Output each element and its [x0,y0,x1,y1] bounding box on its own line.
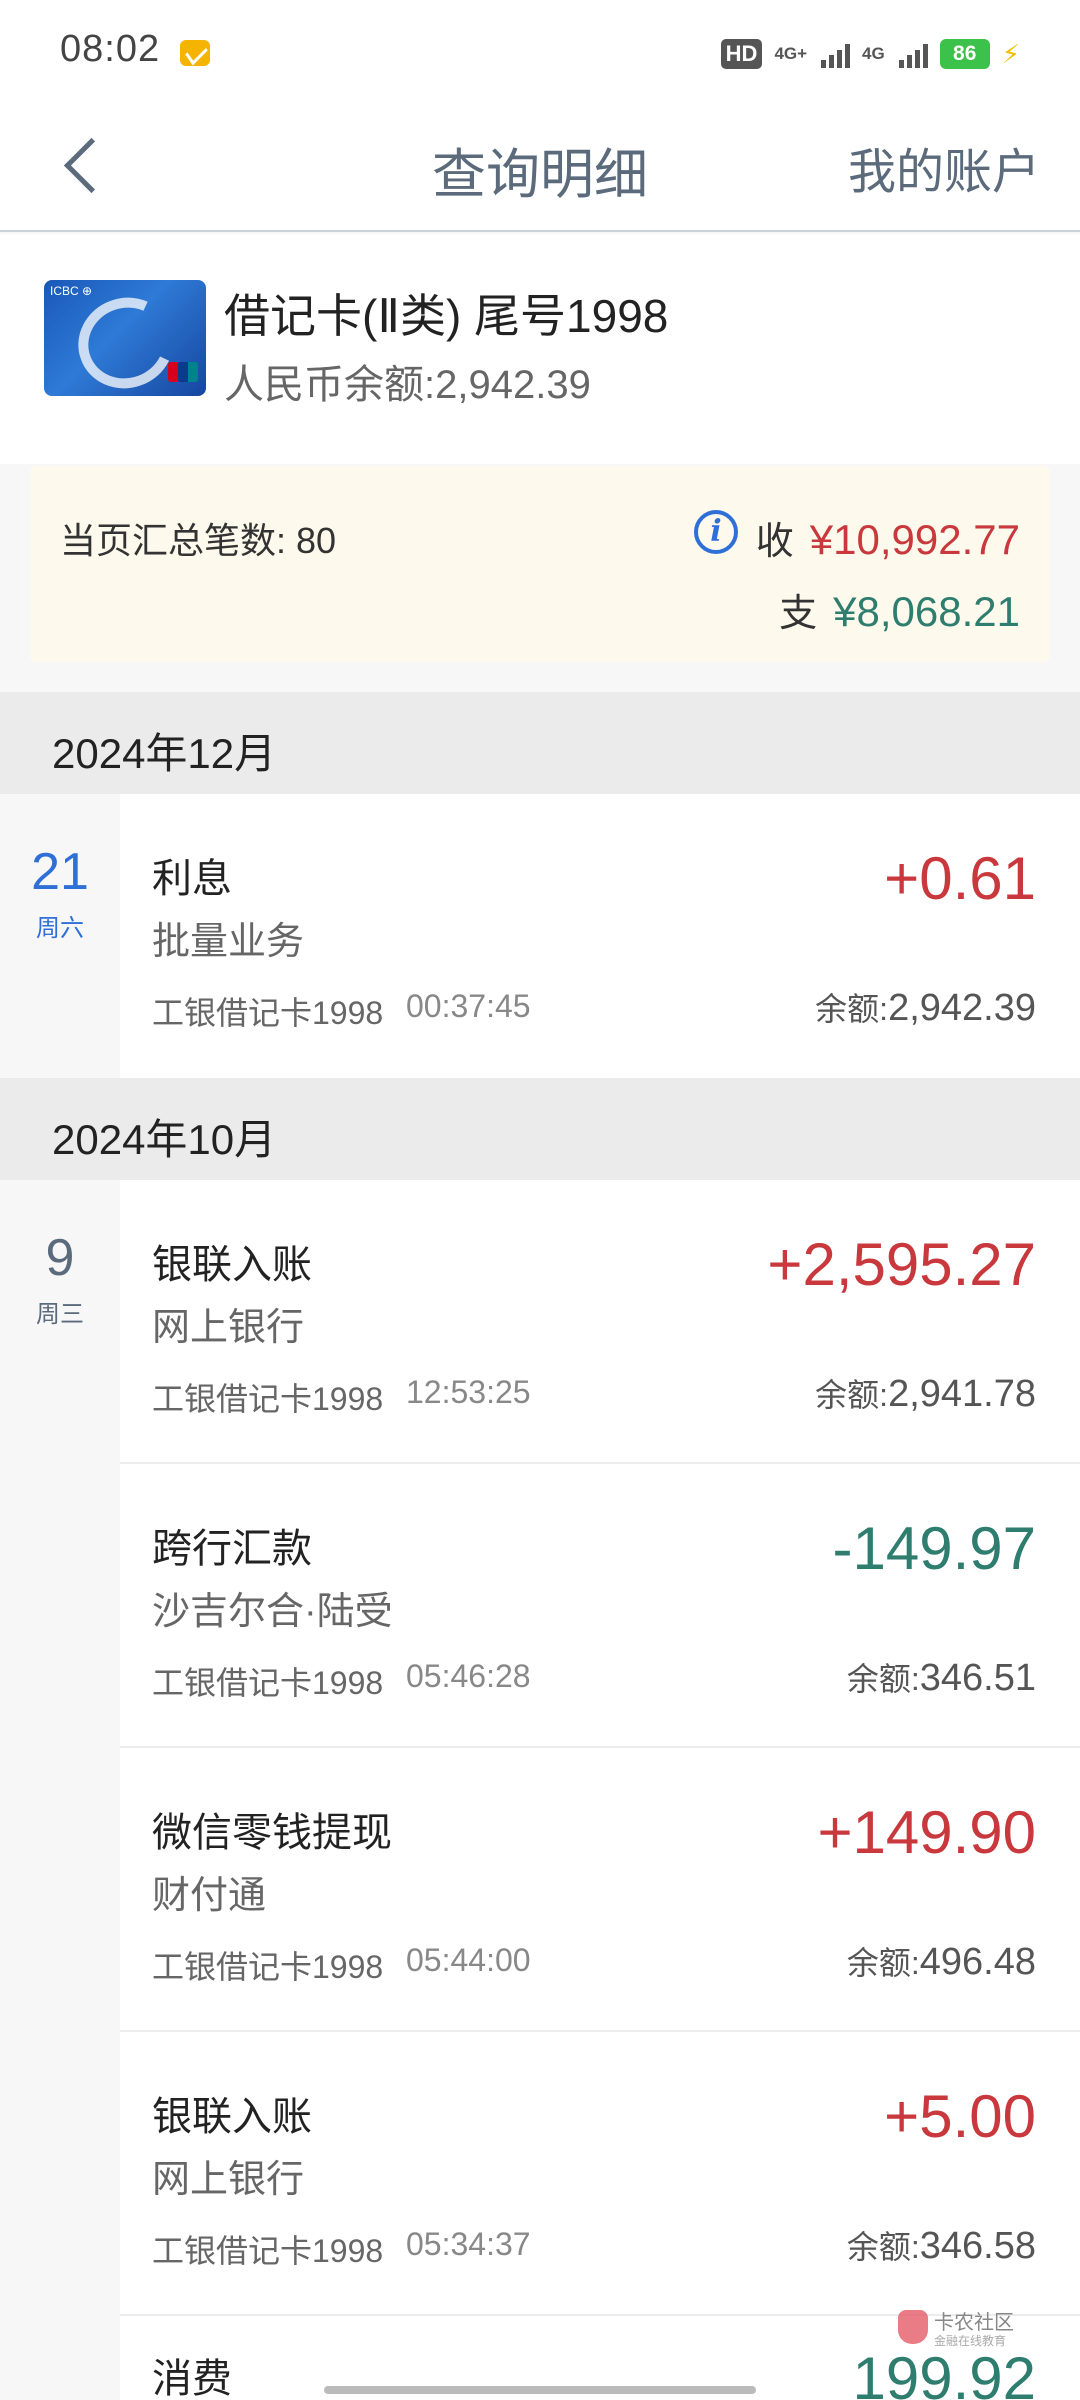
day-group: 9 周三 银联入账 网上银行 工银借记卡1998 12:53:25 +2,595… [0,1180,1080,2400]
info-icon[interactable]: i [694,510,738,554]
battery-icon: 86 [939,39,990,69]
signal-2-icon [898,40,928,68]
month-header: 2024年12月 [0,692,1080,794]
transaction-time: 05:34:37 [406,2226,531,2262]
transaction-subtitle: 网上银行 [152,2159,305,2201]
weekday-label: 周三 [36,1301,84,1328]
card-info: ICBC ⊕ 借记卡(Ⅱ类) 尾号1998 人民币余额:2,942.39 [0,234,1080,464]
date-column: 9 周三 [0,1180,120,1329]
expense-amount: ¥8,068.21 [833,588,1020,635]
weekday-label: 周六 [36,915,84,942]
transaction-card: 工银借记卡1998 [152,1381,384,1417]
signal-1-icon [821,40,851,68]
balance-label: 余额: [815,1377,889,1413]
transaction-subtitle: 财付通 [152,1875,267,1917]
balance-label: 余额: [846,2229,920,2265]
transaction-time: 00:37:45 [406,988,531,1024]
month-header: 2024年10月 [0,1078,1080,1180]
transaction-title: 银联入账 [152,2095,312,2139]
date-column: 21 周六 [0,794,120,943]
balance-value: 346.51 [919,1657,1036,1699]
transaction-card: 工银借记卡1998 [152,2233,384,2269]
transaction-title: 银联入账 [152,1243,312,1287]
status-icons: HD 4G+ 4G 86 ⚡ [720,34,1020,74]
income-amount: ¥10,992.77 [809,516,1020,563]
transaction-amount: +149.90 [817,1799,1036,1866]
watermark-logo-icon [898,2310,928,2344]
income-label: 收 [755,521,794,563]
transaction-amount: -149.97 [832,1515,1037,1582]
transaction-card: 工银借记卡1998 [152,1949,384,1985]
transaction-subtitle: 沙吉尔合·陆受 [152,1591,393,1633]
balance-value: 2,942.39 [888,987,1036,1029]
status-time: 08:02 [60,28,161,70]
hd-voice-icon: HD [720,39,763,69]
month-label: 2024年12月 [52,730,277,777]
transaction-subtitle: 批量业务 [152,921,305,963]
day-group: 21 周六 利息 批量业务 工银借记卡1998 00:37:45 +0.61 余… [0,794,1080,1078]
watermark-subtitle: 金融在线教育 [934,2334,1007,2348]
transaction-balance: 余额:2,942.39 [815,984,1036,1030]
summary-expense-row: 支 ¥8,068.21 [779,582,1020,637]
balance-label: 余额: [846,1661,920,1697]
transaction-row[interactable]: 利息 批量业务 工银借记卡1998 00:37:45 +0.61 余额:2,94… [120,794,1080,1078]
transaction-title: 消费 [152,2357,232,2400]
balance-label: 余额: [815,991,889,1027]
transaction-row[interactable]: 银联入账 网上银行 工银借记卡1998 05:34:37 +5.00 余额:34… [120,2032,1080,2316]
transaction-card: 工银借记卡1998 [152,1665,384,1701]
transaction-card: 工银借记卡1998 [152,995,384,1031]
card-name: 借记卡(Ⅱ类) 尾号1998 [224,290,669,342]
charging-icon: ⚡ [1001,38,1020,69]
bank-logo-icon: ICBC ⊕ [50,284,93,298]
balance-label: 余额: [846,1945,920,1981]
transaction-balance: 余额:2,941.78 [815,1370,1036,1416]
summary-income-row: 收 ¥10,992.77 [756,510,1020,565]
app-header: 查询明细 我的账户 [0,100,1080,232]
transaction-balance: 余额:496.48 [847,1938,1036,1984]
transaction-balance: 余额:346.58 [847,2222,1036,2268]
page-summary: 当页汇总笔数: 80 i 收 ¥10,992.77 支 ¥8,068.21 [30,466,1050,662]
watermark-title: 卡农社区 [934,2312,1014,2334]
transaction-amount: +5.00 [884,2083,1036,2150]
summary-count: 当页汇总笔数: 80 [60,520,337,561]
transaction-amount: +0.61 [884,845,1036,912]
transaction-subtitle: 网上银行 [152,1307,305,1349]
transaction-time: 12:53:25 [406,1374,531,1410]
transaction-amount: +2,595.27 [767,1231,1036,1298]
status-bar: 08:02 HD 4G+ 4G 86 ⚡ [0,0,1080,100]
transaction-row[interactable]: 跨行汇款 沙吉尔合·陆受 工银借记卡1998 05:46:28 -149.97 … [120,1464,1080,1748]
watermark: 卡农社区 金融在线教育 [898,2306,1028,2352]
network-type-2: 4G [862,44,885,63]
transaction-time: 05:44:00 [406,1942,531,1978]
transaction-amount: 199.92 [852,2345,1036,2400]
transaction-row[interactable]: 银联入账 网上银行 工银借记卡1998 12:53:25 +2,595.27 余… [120,1180,1080,1464]
expense-label: 支 [779,593,818,635]
card-balance: 人民币余额:2,942.39 [224,363,591,407]
network-type-1: 4G+ [774,44,808,63]
unionpay-logo-icon [168,362,198,382]
balance-value: 2,941.78 [888,1373,1036,1415]
balance-value: 346.58 [919,2225,1036,2267]
transaction-title: 利息 [152,857,232,901]
bank-card-image: ICBC ⊕ [44,280,206,396]
transaction-title: 微信零钱提现 [152,1811,392,1855]
message-notification-icon [180,40,210,66]
month-label: 2024年10月 [52,1116,277,1163]
day-number: 9 [45,1229,75,1287]
transaction-balance: 余额:346.51 [847,1654,1036,1700]
balance-value: 496.48 [919,1941,1036,1983]
day-number: 21 [31,843,89,901]
my-account-link[interactable]: 我的账户 [848,132,1040,202]
transaction-time: 05:46:28 [406,1658,531,1694]
home-indicator[interactable] [324,2386,756,2394]
transaction-row[interactable]: 微信零钱提现 财付通 工银借记卡1998 05:44:00 +149.90 余额… [120,1748,1080,2032]
transaction-title: 跨行汇款 [152,1527,312,1571]
